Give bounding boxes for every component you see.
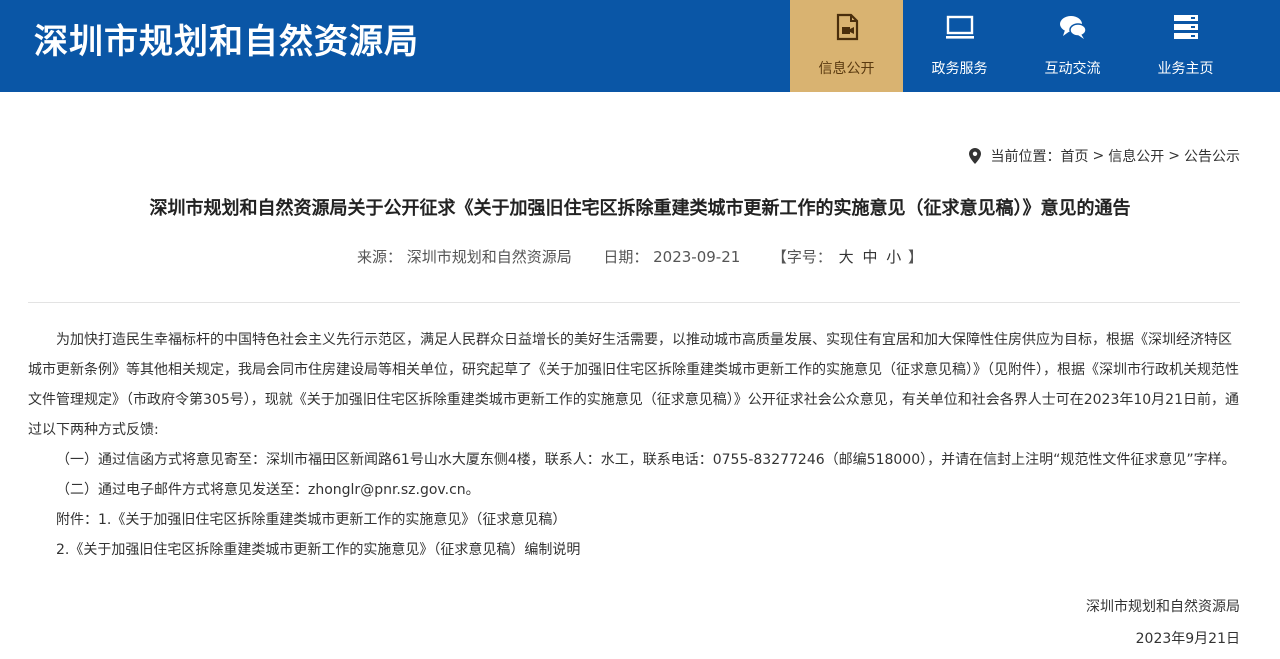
document-video-icon [836, 13, 858, 41]
source-value: 深圳市规划和自然资源局 [406, 248, 572, 266]
font-size-open: 【字号： [771, 248, 832, 266]
source-label: 来源： [356, 248, 402, 266]
server-stack-icon [1173, 15, 1198, 39]
breadcrumb-announcement-link[interactable]: 公告公示 [1184, 146, 1240, 166]
nav-item-info-disclosure[interactable]: 信息公开 [790, 0, 903, 92]
body-paragraph: 为加快打造民生幸福标杆的中国特色社会主义先行示范区，满足人民群众日益增长的美好生… [28, 332, 1239, 438]
body-paragraph: （一）通过信函方式将意见寄至：深圳市福田区新闻路61号山水大厦东侧4楼，联系人：… [56, 452, 1236, 468]
site-header: 深圳市规划和自然资源局 信息公开 政务服务 互动交流 业务主页 [0, 0, 1280, 92]
nav-label: 政务服务 [931, 61, 988, 77]
date-label: 日期： [603, 248, 649, 266]
font-size-large-link[interactable]: 大 [839, 246, 854, 267]
article-body: 为加快打造民生幸福标杆的中国特色社会主义先行示范区，满足人民群众日益增长的美好生… [28, 325, 1240, 565]
main-nav: 信息公开 政务服务 互动交流 业务主页 [790, 0, 1242, 92]
nav-label: 互动交流 [1044, 61, 1101, 77]
breadcrumb: 当前位置： 首页 > 信息公开 > 公告公示 [968, 146, 1240, 166]
chat-bubbles-icon [1059, 16, 1087, 39]
breadcrumb-info-link[interactable]: 信息公开 [1108, 146, 1164, 166]
breadcrumb-prefix: 当前位置： [990, 149, 1061, 165]
font-size-small-link[interactable]: 小 [886, 246, 901, 267]
nav-item-interaction[interactable]: 互动交流 [1016, 0, 1129, 92]
signature-date: 2023年9月21日 [1135, 631, 1240, 647]
nav-item-business-home[interactable]: 业务主页 [1129, 0, 1242, 92]
site-title[interactable]: 深圳市规划和自然资源局 [34, 20, 419, 64]
breadcrumb-home-link[interactable]: 首页 [1061, 146, 1089, 166]
location-pin-icon [968, 148, 981, 164]
attachment-1-link[interactable]: 附件：1.《关于加强旧住宅区拆除重建类城市更新工作的实施意见》（征求意见稿） [28, 505, 1240, 535]
monitor-icon [945, 15, 974, 39]
font-size-close: 】 [908, 248, 924, 266]
divider [28, 302, 1240, 303]
nav-label: 业务主页 [1157, 61, 1214, 77]
attachment-2-link[interactable]: 2.《关于加强旧住宅区拆除重建类城市更新工作的实施意见》（征求意见稿）编制说明 [28, 535, 1240, 565]
nav-label: 信息公开 [818, 61, 875, 77]
article-title: 深圳市规划和自然资源局关于公开征求《关于加强旧住宅区拆除重建类城市更新工作的实施… [149, 198, 1131, 219]
breadcrumb-separator: > [1168, 148, 1180, 164]
article-meta: 来源： 深圳市规划和自然资源局 日期： 2023-09-21 【字号： 大 中 … [0, 246, 1280, 267]
date-value: 2023-09-21 [653, 248, 741, 266]
signature-org: 深圳市规划和自然资源局 [1086, 599, 1240, 615]
body-paragraph: （二）通过电子邮件方式将意见发送至：zhonglr@pnr.sz.gov.cn。 [56, 482, 480, 498]
font-size-medium-link[interactable]: 中 [862, 246, 877, 267]
breadcrumb-separator: > [1092, 148, 1105, 164]
nav-item-government-services[interactable]: 政务服务 [903, 0, 1016, 92]
